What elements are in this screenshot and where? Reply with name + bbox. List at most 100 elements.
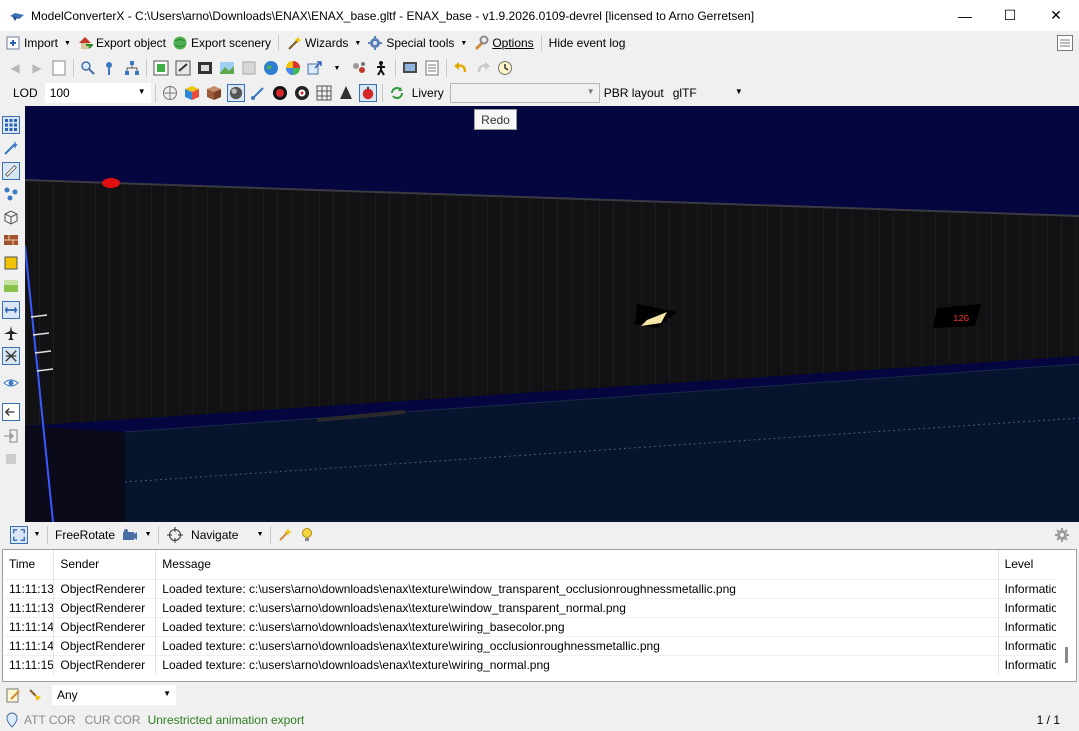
wireframe-sphere-icon[interactable] — [161, 84, 179, 102]
material-icon[interactable] — [2, 254, 20, 272]
image-edit-icon[interactable] — [174, 59, 192, 77]
log-row[interactable]: 11:11:13 ObjectRenderer Loaded texture: … — [3, 578, 1076, 598]
rotate-mode-label[interactable]: FreeRotate — [55, 528, 115, 542]
chevron-down-icon[interactable]: ▼ — [143, 526, 153, 544]
wizards-menu[interactable]: Wizards ▼ — [283, 32, 364, 54]
measure-icon[interactable] — [2, 301, 20, 319]
bone-icon[interactable] — [249, 84, 267, 102]
earth-icon[interactable] — [262, 59, 280, 77]
log-row[interactable]: 11:11:14 ObjectRenderer Loaded texture: … — [3, 635, 1076, 655]
close-button[interactable]: ✕ — [1033, 0, 1079, 31]
3d-viewport[interactable]: 12G — [25, 106, 1079, 522]
maximize-button[interactable]: ☐ — [987, 0, 1033, 31]
wrench-icon — [475, 35, 489, 51]
pie-chart-icon[interactable] — [284, 59, 302, 77]
chevron-down-icon[interactable]: ▼ — [328, 59, 346, 77]
hierarchy-icon[interactable] — [123, 59, 141, 77]
log-time: 11:11:13 — [3, 597, 55, 617]
grid-view-icon[interactable] — [2, 116, 20, 134]
puzzle-icon[interactable] — [2, 450, 20, 468]
teapot-icon[interactable] — [358, 84, 377, 102]
screen-icon[interactable] — [401, 59, 419, 77]
lod-select[interactable]: 100 ▼ — [44, 83, 151, 103]
event-log-table: Time Sender Message Level 11:11:13 Objec… — [3, 550, 1076, 674]
magic-wand-icon[interactable] — [2, 139, 20, 157]
livery-select[interactable]: ▼ — [449, 83, 600, 103]
column-header-time[interactable]: Time — [3, 550, 55, 579]
page-icon[interactable] — [50, 59, 68, 77]
document-list-icon[interactable] — [423, 59, 441, 77]
sparkle-icon[interactable] — [276, 526, 294, 544]
export-arrow-icon[interactable] — [306, 59, 324, 77]
panel-layout-icon[interactable] — [1057, 35, 1073, 51]
terrain-icon[interactable] — [2, 277, 20, 295]
refresh-icon[interactable] — [388, 84, 406, 102]
hide-event-log-menu[interactable]: Hide event log — [546, 32, 629, 54]
location-pin-icon — [3, 711, 21, 729]
export-object-menu[interactable]: Export object — [74, 32, 169, 54]
log-scrollbar[interactable] — [1056, 550, 1076, 681]
light-cone-icon[interactable] — [337, 84, 355, 102]
forward-arrow-icon[interactable]: ▶ — [28, 59, 46, 77]
minimize-button[interactable]: — — [942, 0, 988, 31]
grid-icon[interactable] — [315, 84, 333, 102]
notepad-icon[interactable] — [4, 686, 22, 704]
column-header-message[interactable]: Message — [155, 550, 999, 579]
textured-cube-icon[interactable] — [205, 84, 223, 102]
chevron-down-icon[interactable]: ▼ — [255, 526, 265, 544]
clock-icon[interactable] — [496, 59, 514, 77]
log-sender: ObjectRenderer — [53, 616, 157, 636]
log-row[interactable]: 11:11:15 ObjectRenderer Loaded texture: … — [3, 654, 1076, 674]
crosshair-icon[interactable] — [166, 526, 184, 544]
broom-icon[interactable] — [26, 686, 44, 704]
shaded-sphere-icon[interactable] — [226, 84, 245, 102]
disabled-tool-icon[interactable] — [240, 59, 258, 77]
options-menu[interactable]: Options — [470, 32, 536, 54]
log-row[interactable]: 11:11:14 ObjectRenderer Loaded texture: … — [3, 616, 1076, 636]
settings-gear-icon[interactable] — [1053, 526, 1071, 544]
pin-icon[interactable] — [101, 59, 119, 77]
special-tools-menu[interactable]: Special tools ▼ — [364, 32, 470, 54]
toolbar-separator — [73, 59, 74, 77]
color-cube-icon[interactable] — [183, 84, 201, 102]
redo-icon[interactable] — [474, 59, 492, 77]
chevron-down-icon[interactable]: ▼ — [32, 526, 42, 544]
bricks-icon[interactable] — [2, 231, 20, 249]
cube-outline-icon[interactable] — [2, 208, 20, 226]
fence-icon[interactable] — [2, 347, 20, 365]
column-header-sender[interactable]: Sender — [53, 550, 157, 579]
zoom-extents-icon[interactable] — [10, 525, 28, 544]
texture-grid-icon[interactable] — [152, 59, 170, 77]
view-toolbar: ▼ FreeRotate ▼ Navigate ▼ — [0, 522, 1079, 547]
red-ball-icon[interactable] — [271, 84, 289, 102]
import-menu[interactable]: Import ▼ — [2, 32, 74, 54]
pbr-layout-select[interactable]: glTF ▼ — [667, 83, 748, 103]
log-message: Loaded texture: c:\users\arno\downloads\… — [155, 635, 999, 655]
lod-label: LOD — [13, 86, 38, 100]
log-row[interactable]: 11:11:13 ObjectRenderer Loaded texture: … — [3, 597, 1076, 617]
nodes-icon[interactable] — [2, 185, 20, 203]
runner-icon[interactable] — [372, 59, 390, 77]
export-scenery-menu[interactable]: Export scenery — [169, 32, 274, 54]
ruler-icon[interactable] — [2, 162, 20, 180]
checker-ball-icon[interactable] — [293, 84, 311, 102]
back-arrow-icon[interactable]: ◀ — [6, 59, 24, 77]
login-icon[interactable] — [2, 427, 20, 445]
camera-icon[interactable] — [121, 526, 139, 544]
chevron-down-icon: ▼ — [354, 39, 362, 47]
log-level-filter[interactable]: Any ▼ — [52, 685, 176, 705]
log-scroll-thumb[interactable] — [1065, 647, 1068, 663]
toolbar-separator — [154, 84, 156, 102]
navigate-label[interactable]: Navigate — [191, 528, 253, 542]
molecule-icon[interactable] — [350, 59, 368, 77]
eye-icon[interactable] — [2, 374, 20, 392]
film-icon[interactable] — [196, 59, 214, 77]
toolbar-separator — [146, 59, 147, 77]
lightbulb-icon[interactable] — [298, 526, 316, 544]
export-scenery-label: Export scenery — [191, 36, 272, 50]
enter-arrow-icon[interactable] — [2, 403, 20, 421]
undo-icon[interactable] — [452, 59, 470, 77]
airplane-icon[interactable] — [2, 324, 20, 342]
magnifier-icon[interactable] — [79, 59, 97, 77]
landscape-icon[interactable] — [218, 59, 236, 77]
